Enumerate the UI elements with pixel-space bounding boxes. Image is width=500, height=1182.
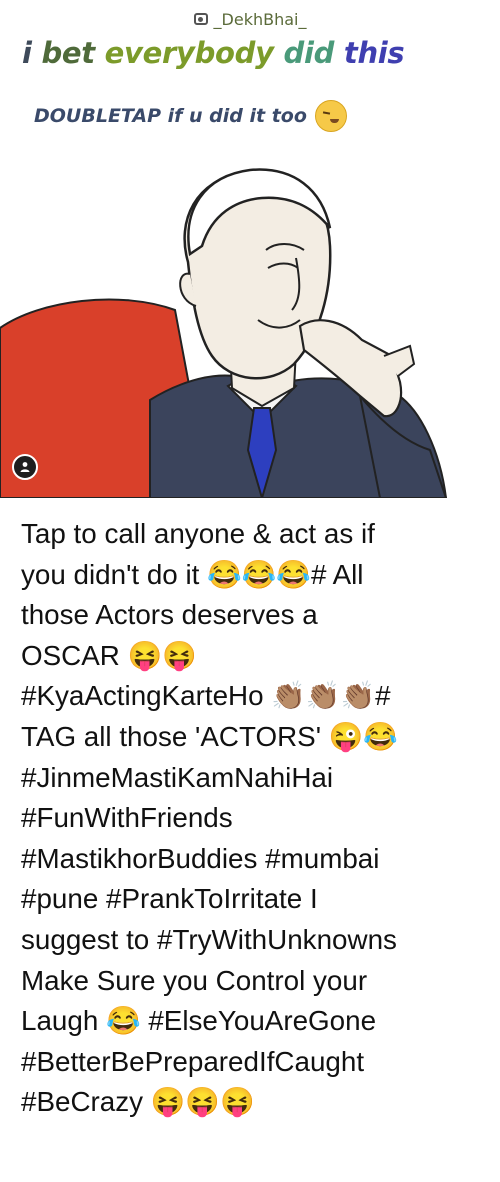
meme-headline: i bet everybody did this <box>22 36 405 70</box>
subline-text: DOUBLETAP if u did it too <box>34 105 307 127</box>
meme-subline: DOUBLETAP if u did it too <box>34 100 347 132</box>
headline-word: did <box>283 36 335 70</box>
tagged-person-button[interactable] <box>12 454 38 480</box>
watermark: _DekhBhai_ <box>0 8 500 30</box>
face-with-hand-over-mouth-icon <box>314 100 347 132</box>
headline-word: i <box>22 36 32 70</box>
cartoon-man-illustration <box>0 168 448 498</box>
camera-icon <box>193 13 208 25</box>
headline-word: bet <box>41 36 95 70</box>
person-icon <box>20 462 30 472</box>
meme-image[interactable]: _DekhBhai_ i bet everybody did this DOUB… <box>0 0 500 498</box>
headline-word: everybody <box>104 36 274 70</box>
watermark-handle: _DekhBhai_ <box>213 9 307 29</box>
headline-word: this <box>343 36 405 70</box>
post-caption: Tap to call anyone & act as if you didn'… <box>21 518 398 1118</box>
